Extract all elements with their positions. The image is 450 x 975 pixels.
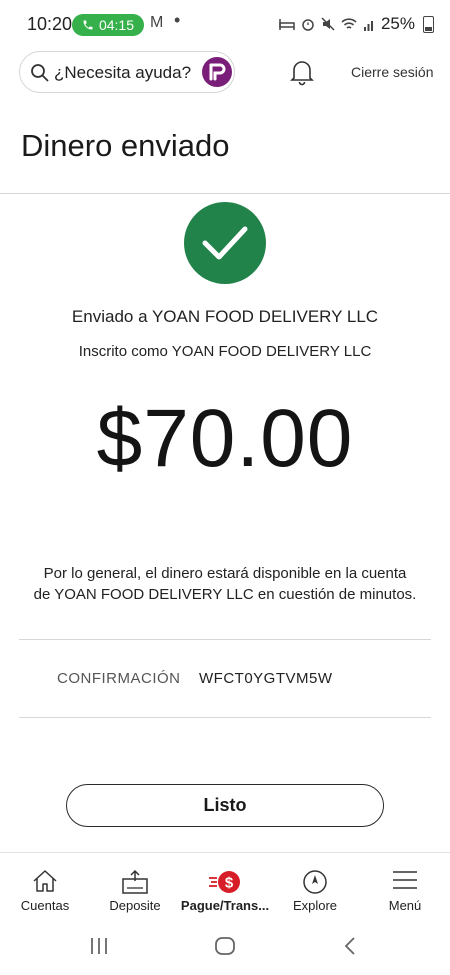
recent-apps-icon[interactable] [89, 936, 109, 956]
search-icon [31, 64, 49, 82]
gmail-notification-icon: M [150, 14, 164, 31]
home-circle-icon[interactable] [214, 936, 236, 956]
call-timer: 04:15 [98, 17, 135, 33]
nav-item-pay-transfer[interactable]: $ Pague/Trans... [180, 853, 270, 921]
help-search-box[interactable]: ¿Necesita ayuda? [19, 51, 235, 93]
recipient-text: Enviado a YOAN FOOD DELIVERY LLC [71, 307, 379, 326]
mute-icon [321, 17, 335, 31]
nav-item-menu[interactable]: Menú [360, 853, 450, 921]
status-icons: 25% [279, 14, 434, 34]
nav-item-accounts[interactable]: Cuentas [0, 853, 90, 921]
more-notifications-dot: • [174, 10, 181, 30]
confirmation-label: CONFIRMACIÓN [57, 670, 181, 687]
nav-item-deposit[interactable]: Deposite [90, 853, 180, 921]
home-icon [33, 870, 57, 892]
search-placeholder: ¿Necesita ayuda? [54, 63, 192, 82]
amount-sent: $70.00 [96, 393, 354, 484]
divider [19, 717, 431, 718]
svg-text:$: $ [225, 875, 234, 892]
back-icon[interactable] [342, 936, 358, 956]
deposit-icon [122, 869, 148, 894]
bed-icon [279, 19, 295, 30]
nav-label: Explore [292, 898, 338, 913]
signal-icon [363, 20, 373, 31]
availability-line-1: Por lo general, el dinero estará disponi… [43, 565, 407, 582]
availability-message: Por lo general, el dinero estará disponi… [20, 563, 430, 605]
phone-icon [83, 20, 93, 30]
compass-icon [303, 870, 327, 894]
battery-icon [423, 15, 434, 33]
enrolled-as-text: Inscrito como YOAN FOOD DELIVERY LLC [78, 343, 372, 360]
battery-percent: 25% [380, 14, 415, 33]
success-check-icon [184, 202, 266, 284]
notifications-bell-icon[interactable] [290, 58, 314, 86]
clock: 10:20 [27, 14, 73, 34]
logout-link[interactable]: Cierre sesión [351, 64, 433, 80]
divider [0, 193, 450, 194]
pay-transfer-icon: $ [209, 871, 240, 893]
done-button[interactable]: Listo [66, 784, 384, 827]
confirmation-number: WFCT0YGTVM5W [199, 670, 333, 687]
fargo-assistant-icon[interactable] [202, 57, 232, 87]
bottom-nav: Cuentas Deposite $ Pague/Trans... Explor… [0, 852, 450, 921]
status-bar: 10:20 04:15 M • 25% [0, 0, 450, 48]
system-nav-bar [0, 920, 450, 975]
wifi-icon [341, 17, 357, 29]
menu-icon [393, 871, 417, 889]
availability-line-2: de YOAN FOOD DELIVERY LLC en cuestión de… [33, 586, 417, 603]
nav-label: Menú [388, 898, 422, 913]
page-title: Dinero enviado [21, 128, 230, 163]
nav-label: Deposite [109, 898, 161, 913]
nav-label: Pague/Trans... [180, 898, 270, 913]
nav-label: Cuentas [20, 898, 70, 913]
nav-item-explore[interactable]: Explore [270, 853, 360, 921]
alarm-icon [302, 19, 314, 31]
divider [19, 639, 431, 640]
call-indicator[interactable]: 04:15 [72, 14, 144, 36]
